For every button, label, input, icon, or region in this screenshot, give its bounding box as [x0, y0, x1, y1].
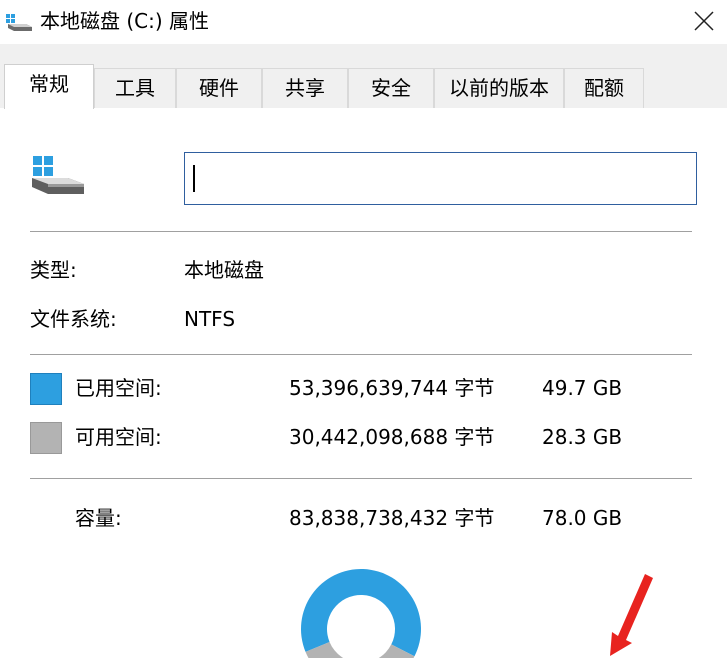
close-button[interactable]	[681, 0, 727, 44]
tab-security[interactable]: 安全	[348, 68, 434, 108]
filesystem-label: 文件系统:	[30, 307, 117, 331]
tab-general[interactable]: 常规	[4, 64, 94, 109]
tab-strip: 常规 工具 硬件 共享 安全 以前的版本 配额	[0, 44, 727, 109]
capacity-bytes: 83,838,738,432 字节	[289, 506, 495, 530]
drive-name-input[interactable]	[184, 152, 697, 205]
red-annotation-arrow	[610, 574, 653, 656]
tab-quota[interactable]: 配额	[564, 68, 644, 108]
free-space-label: 可用空间:	[75, 425, 162, 449]
type-value: 本地磁盘	[184, 258, 264, 282]
used-space-bytes: 53,396,639,744 字节	[289, 376, 495, 400]
used-space-swatch	[30, 373, 62, 405]
filesystem-value: NTFS	[184, 307, 236, 331]
disk-usage-donut-chart	[301, 569, 421, 658]
capacity-label: 容量:	[75, 506, 122, 530]
drive-icon	[6, 12, 34, 36]
donut-slice-used	[301, 569, 421, 657]
free-space-bytes: 30,442,098,688 字节	[289, 425, 495, 449]
type-label: 类型:	[30, 258, 77, 282]
text-caret	[193, 165, 195, 192]
divider	[30, 354, 692, 355]
tab-previous-versions[interactable]: 以前的版本	[434, 68, 564, 108]
tab-sharing[interactable]: 共享	[262, 68, 348, 108]
general-panel: 类型: 本地磁盘 文件系统: NTFS 已用空间: 53,396,639,744…	[0, 108, 727, 658]
used-space-label: 已用空间:	[75, 376, 162, 400]
free-space-size: 28.3 GB	[542, 425, 623, 449]
tab-tools[interactable]: 工具	[94, 68, 176, 108]
window-title: 本地磁盘 (C:) 属性	[40, 9, 210, 33]
free-space-swatch	[30, 422, 62, 454]
divider	[30, 231, 692, 232]
divider	[30, 478, 692, 479]
tab-hardware[interactable]: 硬件	[176, 68, 262, 108]
close-icon	[694, 11, 714, 31]
capacity-size: 78.0 GB	[542, 506, 623, 530]
drive-icon	[30, 156, 86, 202]
title-bar: 本地磁盘 (C:) 属性	[0, 0, 727, 44]
used-space-size: 49.7 GB	[542, 376, 623, 400]
